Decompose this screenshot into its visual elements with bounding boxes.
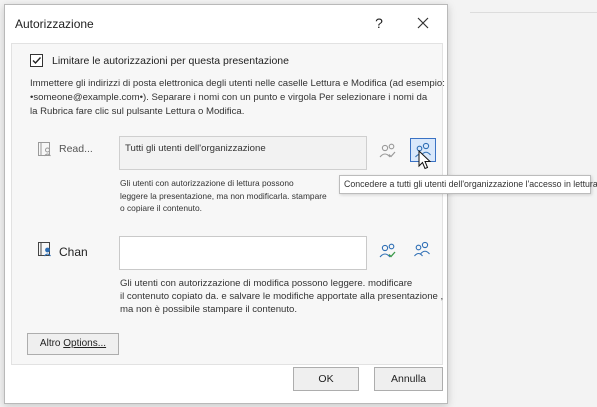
- address-book-icon: [38, 242, 51, 257]
- restrict-permission-checkbox[interactable]: [30, 54, 43, 67]
- more-options-prefix: Altro: [39, 338, 61, 349]
- change-label-button[interactable]: Chan: [59, 245, 88, 259]
- check-names-icon: [379, 143, 396, 158]
- change-users-field[interactable]: [119, 236, 367, 270]
- more-options-label: Options...: [63, 338, 107, 349]
- permission-dialog: Autorizzazione ? Limitare le autorizzazi…: [4, 4, 448, 404]
- ok-button[interactable]: OK: [293, 367, 359, 391]
- read-label-button[interactable]: Read...: [59, 143, 93, 155]
- address-book-icon: [38, 142, 51, 157]
- everyone-icon: [414, 241, 430, 257]
- help-button[interactable]: ?: [367, 11, 391, 35]
- change-everyone-button[interactable]: [410, 238, 436, 262]
- change-description-line: il contenuto copiato da. e salvare le mo…: [120, 291, 444, 302]
- change-description-line: ma non è possibile stampare il contenuto…: [120, 304, 298, 315]
- read-description-line: o copiare il contenuto.: [120, 203, 202, 213]
- background-divider: [470, 12, 597, 13]
- instructions-line: la Rubrica fare clic sul pulsante Lettur…: [30, 106, 245, 117]
- cancel-button[interactable]: Annulla: [374, 367, 443, 391]
- close-icon: [417, 17, 429, 29]
- permission-panel: Limitare le autorizzazioni per questa pr…: [11, 43, 445, 365]
- more-options-button[interactable]: Altro Options...: [27, 333, 119, 355]
- change-description-line: Gli utenti con autorizzazione di modific…: [120, 278, 413, 289]
- instructions-text: Immettere gli indirizzi di posta elettro…: [30, 77, 445, 119]
- read-description-line: Gli utenti con autorizzazione di lettura…: [120, 178, 294, 188]
- dialog-titlebar: Autorizzazione ?: [5, 5, 447, 41]
- read-users-field[interactable]: Tutti gli utenti dell'organizzazione: [119, 136, 367, 170]
- close-button[interactable]: [410, 11, 436, 35]
- dialog-title: Autorizzazione: [15, 17, 94, 31]
- instructions-line: Immettere gli indirizzi di posta elettro…: [30, 78, 445, 89]
- restrict-permission-label: Limitare le autorizzazioni per questa pr…: [52, 55, 289, 67]
- checkmark-icon: [32, 57, 42, 65]
- instructions-line: •someone@example.com•). Separare i nomi …: [30, 92, 428, 103]
- read-description: Gli utenti con autorizzazione di lettura…: [120, 177, 327, 215]
- change-description: Gli utenti con autorizzazione di modific…: [120, 277, 443, 316]
- read-check-names-button[interactable]: [376, 140, 400, 162]
- everyone-read-tooltip: Concedere a tutti gli utenti dell'organi…: [339, 175, 597, 194]
- background-app-area: [446, 0, 597, 407]
- change-check-names-button[interactable]: [376, 240, 400, 262]
- read-description-line: leggere la presentazione, ma non modific…: [120, 190, 327, 201]
- check-names-icon: [379, 243, 396, 258]
- mouse-pointer-icon: [418, 150, 432, 170]
